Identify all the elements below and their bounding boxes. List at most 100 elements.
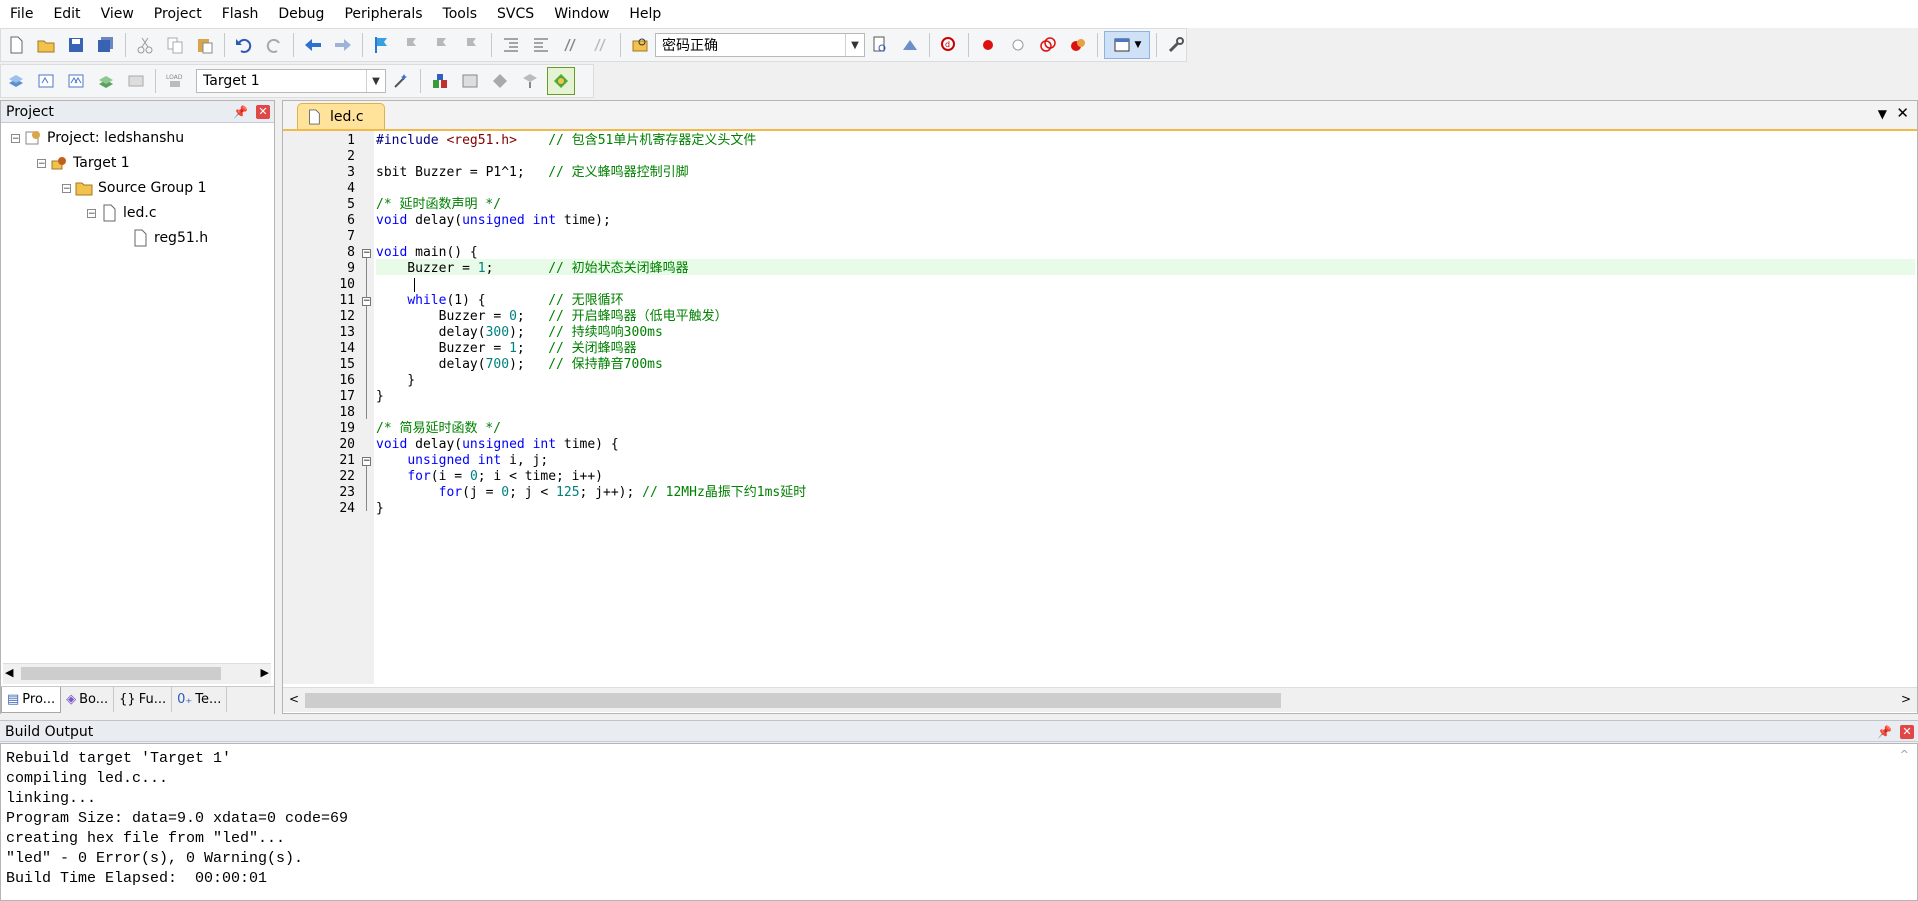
code-line-15[interactable]: delay(700); // 保持静音700ms: [376, 357, 663, 373]
scroll-up-icon[interactable]: ^: [1900, 748, 1909, 761]
open-file-button[interactable]: [33, 32, 59, 58]
target-combo[interactable]: Target 1 ▼: [196, 69, 386, 93]
build-output-panel[interactable]: Rebuild target 'Target 1' compiling led.…: [0, 743, 1918, 901]
scroll-left-icon[interactable]: <: [289, 692, 299, 706]
build-button[interactable]: [33, 68, 59, 94]
next-bookmark-button[interactable]: [429, 32, 455, 58]
code-line-9[interactable]: Buzzer = 1; // 初始状态关闭蜂鸣器: [376, 261, 688, 277]
menu-window[interactable]: Window: [544, 0, 619, 28]
menu-file[interactable]: File: [0, 0, 43, 28]
pack-installer-button[interactable]: [517, 68, 543, 94]
file-tab-led-c[interactable]: led.c: [297, 103, 385, 129]
code-line-13[interactable]: delay(300); // 持续鸣响300ms: [376, 325, 663, 341]
batch-build-button[interactable]: [93, 68, 119, 94]
manage-project-items-button[interactable]: [427, 68, 453, 94]
code-line-5[interactable]: /* 延时函数声明 */: [376, 197, 501, 213]
scroll-right-icon[interactable]: >: [1901, 692, 1911, 706]
new-file-button[interactable]: [3, 32, 29, 58]
tab-project[interactable]: ▤ Pro...: [1, 687, 62, 713]
collapse-icon[interactable]: −: [11, 133, 20, 143]
enable-breakpoint-button[interactable]: [1005, 32, 1031, 58]
project-horizontal-scrollbar[interactable]: ◀ ▶: [3, 663, 271, 684]
indent-button[interactable]: [498, 32, 524, 58]
code-line-21[interactable]: unsigned int i, j;: [376, 453, 548, 469]
paste-button[interactable]: [192, 32, 218, 58]
fold-toggle-icon[interactable]: −: [362, 249, 371, 258]
code-line-1[interactable]: #include <reg51.h> // 包含51单片机寄存器定义头文件: [376, 133, 756, 149]
rebuild-button[interactable]: [63, 68, 89, 94]
unindent-button[interactable]: [528, 32, 554, 58]
code-line-6[interactable]: void delay(unsigned int time);: [376, 213, 611, 229]
fold-toggle-icon[interactable]: −: [362, 297, 371, 306]
menu-project[interactable]: Project: [144, 0, 212, 28]
code-line-8[interactable]: void main() {: [376, 245, 478, 261]
cut-button[interactable]: [132, 32, 158, 58]
browse-symbols-button[interactable]: [897, 32, 923, 58]
tree-item-target[interactable]: − Target 1: [37, 152, 130, 174]
find-combo[interactable]: 密码正确 ▼: [655, 33, 865, 57]
code-line-20[interactable]: void delay(unsigned int time) {: [376, 437, 619, 453]
fold-toggle-icon[interactable]: −: [362, 457, 371, 466]
redo-button[interactable]: [261, 32, 287, 58]
scroll-thumb[interactable]: [21, 667, 221, 680]
disable-breakpoints-button[interactable]: [1035, 32, 1061, 58]
previous-bookmark-button[interactable]: [399, 32, 425, 58]
menu-peripherals[interactable]: Peripherals: [334, 0, 432, 28]
collapse-icon[interactable]: −: [62, 183, 71, 193]
code-line-22[interactable]: for(i = 0; i < time; i++): [376, 469, 603, 485]
code-line-24[interactable]: }: [376, 501, 384, 517]
close-editor-icon[interactable]: ✕: [1896, 104, 1909, 122]
pin-icon[interactable]: 📌: [1877, 721, 1892, 743]
scroll-thumb[interactable]: [305, 693, 1281, 708]
code-line-3[interactable]: sbit Buzzer = P1^1; // 定义蜂鸣器控制引脚: [376, 165, 689, 181]
code-line-16[interactable]: }: [376, 373, 415, 389]
editor-horizontal-scrollbar[interactable]: < >: [283, 687, 1917, 712]
code-line-12[interactable]: Buzzer = 0; // 开启蜂鸣器（低电平触发）: [376, 309, 728, 325]
scroll-left-icon[interactable]: ◀: [5, 666, 13, 679]
pin-icon[interactable]: 📌: [233, 101, 248, 123]
menu-view[interactable]: View: [91, 0, 144, 28]
download-button[interactable]: LOAD: [162, 68, 188, 94]
save-all-button[interactable]: [93, 32, 119, 58]
code-line-14[interactable]: Buzzer = 1; // 关闭蜂鸣器: [376, 341, 637, 357]
menu-flash[interactable]: Flash: [212, 0, 269, 28]
kill-breakpoints-button[interactable]: [1065, 32, 1091, 58]
comment-button[interactable]: [558, 32, 584, 58]
chevron-down-icon[interactable]: ▼: [845, 34, 864, 56]
tree-item-source-group[interactable]: − Source Group 1: [62, 177, 207, 199]
window-layout-button[interactable]: ▼: [1104, 31, 1150, 59]
manage-rte-button[interactable]: [487, 68, 513, 94]
close-icon[interactable]: ✕: [1900, 725, 1914, 739]
tree-item-led-c[interactable]: − led.c: [87, 202, 157, 224]
code-line-10[interactable]: [376, 277, 415, 293]
menu-svcs[interactable]: SVCS: [487, 0, 544, 28]
tab-list-dropdown-icon[interactable]: ▼: [1878, 107, 1887, 121]
menu-tools[interactable]: Tools: [433, 0, 488, 28]
run-time-env-button[interactable]: [547, 67, 575, 95]
configure-button[interactable]: [1163, 32, 1189, 58]
code-line-19[interactable]: /* 简易延时函数 */: [376, 421, 501, 437]
code-line-23[interactable]: for(j = 0; j < 125; j++); // 12MHz晶振下约1m…: [376, 485, 807, 501]
insert-breakpoint-button[interactable]: [975, 32, 1001, 58]
stop-build-button[interactable]: [123, 68, 149, 94]
tab-templates[interactable]: 0₊ Te...: [172, 687, 228, 712]
tree-item-reg51-h[interactable]: reg51.h: [131, 227, 208, 249]
clear-bookmarks-button[interactable]: [459, 32, 485, 58]
navigate-forward-button[interactable]: [330, 32, 356, 58]
start-debug-button[interactable]: d: [936, 32, 962, 58]
copy-button[interactable]: [162, 32, 188, 58]
menu-edit[interactable]: Edit: [43, 0, 90, 28]
find-in-files-button[interactable]: [627, 32, 653, 58]
code-line-17[interactable]: }: [376, 389, 384, 405]
collapse-icon[interactable]: −: [37, 158, 46, 168]
menu-debug[interactable]: Debug: [268, 0, 334, 28]
tree-item-project[interactable]: − Project: ledshanshu: [11, 127, 184, 149]
undo-button[interactable]: [231, 32, 257, 58]
tab-books[interactable]: ◈ Bo...: [61, 687, 115, 712]
navigate-back-button[interactable]: [300, 32, 326, 58]
close-icon[interactable]: ✕: [256, 105, 270, 119]
incremental-find-button[interactable]: [867, 32, 893, 58]
chevron-down-icon[interactable]: ▼: [366, 70, 385, 92]
select-packs-button[interactable]: [457, 68, 483, 94]
uncomment-button[interactable]: [588, 32, 614, 58]
